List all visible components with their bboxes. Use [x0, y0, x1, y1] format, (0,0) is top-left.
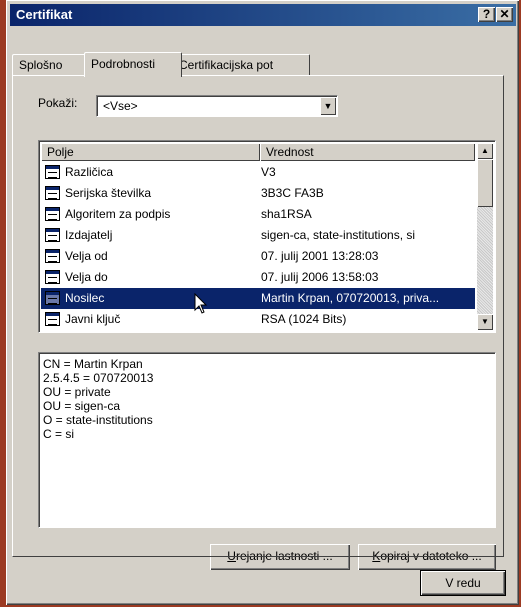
help-button[interactable]: ?: [478, 7, 495, 22]
tab-general[interactable]: Splošno: [12, 54, 94, 75]
details-tab-panel: [12, 75, 504, 557]
tab-certification-path[interactable]: Certifikacijska pot: [172, 54, 310, 75]
tab-details[interactable]: Podrobnosti: [84, 52, 182, 77]
mouse-pointer-icon: [194, 293, 208, 314]
title-bar[interactable]: Certifikat ? ✕: [10, 4, 516, 26]
close-button[interactable]: ✕: [496, 7, 513, 22]
ok-button[interactable]: V redu: [420, 570, 506, 596]
window-title: Certifikat: [16, 7, 73, 22]
